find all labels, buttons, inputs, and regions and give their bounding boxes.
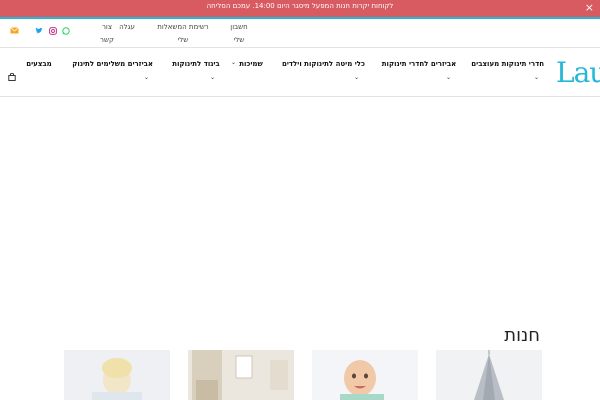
baby-photo[interactable]	[312, 350, 418, 400]
close-icon[interactable]: ×	[585, 1, 594, 15]
accent-stripe	[0, 17, 600, 19]
canopy-photo[interactable]	[436, 350, 542, 400]
chevron-down-icon: ⌄	[210, 74, 216, 81]
whatsapp-icon[interactable]	[62, 27, 70, 37]
cart-link[interactable]: עגלה	[119, 21, 135, 34]
shop-section-title: חנות	[504, 325, 540, 346]
chevron-down-icon: ⌄	[231, 59, 237, 66]
announcement-text: לקוחות יקרות חנות המפעל מיסגר היום 14:00…	[206, 2, 394, 10]
chevron-down-icon: ⌄	[534, 74, 540, 81]
contact-link[interactable]: צור קשר	[97, 21, 117, 47]
twitter-icon[interactable]	[35, 27, 43, 37]
toddler-photo[interactable]	[64, 350, 170, 400]
header-divider	[0, 47, 600, 48]
chevron-down-icon: ⌄	[354, 74, 360, 81]
nav-complementary-accessories[interactable]: אביזרים משלימים לתינוק	[72, 60, 153, 68]
mail-icon[interactable]	[10, 27, 19, 36]
nav-nursery-accessories[interactable]: אביזרים לחדרי תינוקות	[381, 60, 457, 68]
nav-bedding[interactable]: כלי מיטה לתינוקות וילדים	[282, 60, 365, 68]
nursery-room-photo[interactable]	[188, 350, 294, 400]
nav-blankets[interactable]: שמיכות	[238, 60, 264, 68]
nav-baby-clothing[interactable]: ביגוד לתינוקות	[172, 60, 220, 68]
instagram-icon[interactable]	[49, 27, 57, 37]
wishlist-link[interactable]: רשימת המשאלות שלי	[155, 21, 211, 47]
chevron-down-icon: ⌄	[144, 74, 150, 81]
chevron-down-icon: ⌄	[446, 74, 452, 81]
nav-designed-nurseries[interactable]: חדרי תינוקות מעוצבים	[471, 60, 544, 68]
site-logo[interactable]: Lau	[556, 56, 600, 89]
nav-sales[interactable]: מבצעים	[26, 60, 52, 68]
my-account-link[interactable]: חשבון שלי	[227, 21, 251, 47]
nav-divider	[0, 96, 600, 97]
announcement-bar: לקוחות יקרות חנות המפעל מיסגר היום 14:00…	[0, 0, 600, 17]
shopping-bag-icon[interactable]	[8, 66, 16, 81]
